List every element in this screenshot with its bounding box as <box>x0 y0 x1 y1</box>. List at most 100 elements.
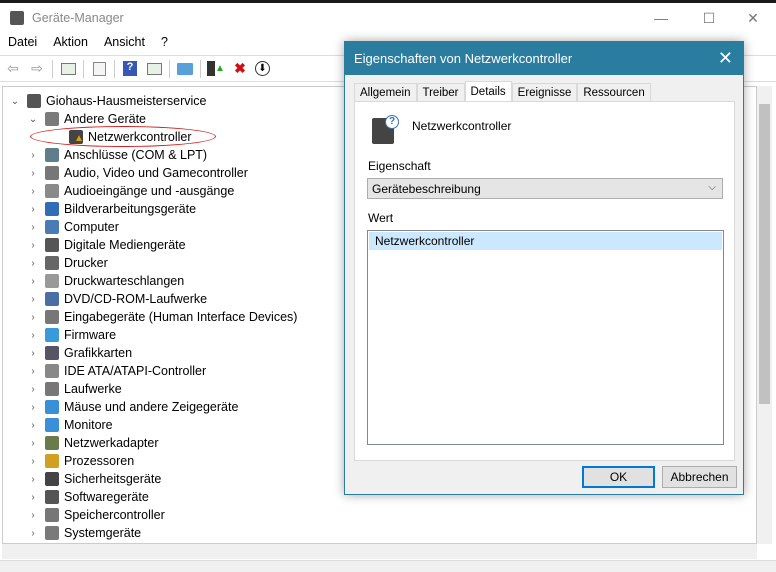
chevron-right-icon[interactable]: › <box>27 528 39 539</box>
chevron-right-icon[interactable]: › <box>27 150 39 161</box>
show-hide-console-tree-icon[interactable] <box>59 60 77 78</box>
chevron-right-icon[interactable]: › <box>27 492 39 503</box>
tree-item-category[interactable]: › Laufwerke <box>27 380 122 398</box>
chevron-right-icon[interactable]: › <box>27 366 39 377</box>
device-category-icon <box>45 220 59 234</box>
tree-item-label: Systemgeräte <box>64 526 142 540</box>
help-icon[interactable]: ? <box>121 60 139 78</box>
chevron-right-icon[interactable]: › <box>27 204 39 215</box>
tree-item-label: Softwaregeräte <box>64 490 149 504</box>
tree-item-label: Mäuse und andere Zeigegeräte <box>64 400 239 414</box>
device-category-icon <box>45 400 59 414</box>
chevron-right-icon[interactable]: › <box>27 330 39 341</box>
chevron-right-icon[interactable]: › <box>27 276 39 287</box>
chevron-right-icon[interactable]: › <box>27 474 39 485</box>
tree-item-category[interactable]: › Druckwarteschlangen <box>27 272 184 290</box>
tab-ereignisse[interactable]: Ereignisse <box>511 83 578 102</box>
device-category-icon <box>45 112 59 126</box>
minimize-button[interactable]: — <box>638 3 684 33</box>
uninstall-icon[interactable]: ✖ <box>231 60 249 78</box>
vertical-scrollbar[interactable] <box>757 86 772 544</box>
device-category-icon <box>45 184 59 198</box>
tree-item-category[interactable]: › Prozessoren <box>27 452 134 470</box>
computer-icon <box>27 94 41 108</box>
tree-item-category[interactable]: › IDE ATA/ATAPI-Controller <box>27 362 206 380</box>
chevron-right-icon[interactable]: › <box>27 348 39 359</box>
tree-item-label: Druckwarteschlangen <box>64 274 185 288</box>
chevron-right-icon[interactable]: › <box>27 456 39 467</box>
chevron-down-icon: ⌵ <box>708 182 716 193</box>
chevron-right-icon[interactable]: › <box>27 420 39 431</box>
tree-item-category[interactable]: › Computer <box>27 218 119 236</box>
tree-item-category[interactable]: › Sicherheitsgeräte <box>27 470 161 488</box>
properties-dialog: Eigenschaften von Netzwerkcontroller ✕ A… <box>344 41 744 495</box>
menu-aktion[interactable]: Aktion <box>45 35 96 53</box>
value-list-item[interactable]: Netzwerkcontroller <box>369 232 722 250</box>
tab-allgemein[interactable]: Allgemein <box>354 83 417 102</box>
properties-icon[interactable] <box>90 60 108 78</box>
close-button[interactable]: ✕ <box>730 3 776 33</box>
chevron-right-icon[interactable]: › <box>27 438 39 449</box>
menu-datei[interactable]: Datei <box>0 35 45 53</box>
value-list[interactable]: Netzwerkcontroller <box>367 230 724 445</box>
tree-item-category[interactable]: › Grafikkarten <box>27 344 132 362</box>
tab-ressourcen[interactable]: Ressourcen <box>577 83 651 102</box>
tree-item-category[interactable]: › Audio, Video und Gamecontroller <box>27 164 248 182</box>
property-select[interactable]: Gerätebeschreibung ⌵ <box>367 178 723 199</box>
scan-hardware-icon[interactable] <box>176 60 194 78</box>
chevron-right-icon[interactable]: › <box>27 258 39 269</box>
device-category-icon <box>45 526 59 540</box>
menu-ansicht[interactable]: Ansicht <box>96 35 153 53</box>
back-icon[interactable]: ⇦ <box>4 60 22 78</box>
device-category-icon <box>45 472 59 486</box>
chevron-right-icon[interactable]: › <box>27 294 39 305</box>
disable-device-icon[interactable]: ⬇ <box>255 61 270 76</box>
chevron-right-icon[interactable]: › <box>27 312 39 323</box>
menu-help[interactable]: ? <box>153 35 176 53</box>
tab-treiber[interactable]: Treiber <box>416 83 465 102</box>
tree-item-category[interactable]: › Netzwerkadapter <box>27 434 159 452</box>
chevron-right-icon[interactable]: › <box>27 240 39 251</box>
window-title: Geräte-Manager <box>32 11 124 25</box>
ok-button[interactable]: OK <box>582 466 655 488</box>
cancel-button[interactable]: Abbrechen <box>662 466 737 488</box>
tree-item-category[interactable]: › Systemgeräte <box>27 524 141 542</box>
tree-item-category[interactable]: › Firmware <box>27 326 116 344</box>
tree-item-category[interactable]: › Anschlüsse (COM & LPT) <box>27 146 207 164</box>
tree-item-category[interactable]: › Drucker <box>27 254 108 272</box>
forward-icon[interactable]: ⇨ <box>28 60 46 78</box>
tree-item-category[interactable]: › Bildverarbeitungsgeräte <box>27 200 196 218</box>
tree-item-category[interactable]: › Digitale Mediengeräte <box>27 236 186 254</box>
tree-item-category[interactable]: › Mäuse und andere Zeigegeräte <box>27 398 238 416</box>
device-category-icon <box>45 382 59 396</box>
tree-item-category[interactable]: › Softwaregeräte <box>27 488 149 506</box>
chevron-right-icon[interactable]: › <box>27 186 39 197</box>
chevron-right-icon[interactable]: › <box>27 384 39 395</box>
chevron-right-icon[interactable]: › <box>27 510 39 521</box>
tab-details[interactable]: Details <box>464 81 512 102</box>
tree-item-label: Drucker <box>64 256 108 270</box>
chevron-right-icon[interactable]: › <box>27 168 39 179</box>
tree-root[interactable]: ⌄ Giohaus-Hausmeisterservice <box>9 92 206 110</box>
tree-item-category[interactable]: › Monitore <box>27 416 113 434</box>
tree-item-label: Digitale Mediengeräte <box>64 238 186 252</box>
device-category-icon <box>45 256 59 270</box>
tree-item-category[interactable]: › Audioeingänge und -ausgänge <box>27 182 234 200</box>
tree-item-category[interactable]: › DVD/CD-ROM-Laufwerke <box>27 290 207 308</box>
value-label: Wert <box>368 211 394 225</box>
chevron-down-icon[interactable]: ⌄ <box>9 96 21 107</box>
tree-item-category[interactable]: › Eingabegeräte (Human Interface Devices) <box>27 308 297 326</box>
maximize-button[interactable]: ☐ <box>686 3 732 33</box>
device-category-icon <box>45 346 59 360</box>
update-driver-icon[interactable]: ▲ <box>207 60 225 78</box>
tree-item-category[interactable]: › Speichercontroller <box>27 506 165 524</box>
device-category-icon <box>45 454 59 468</box>
device-category-icon <box>45 436 59 450</box>
chevron-down-icon[interactable]: ⌄ <box>27 114 39 125</box>
scrollbar-thumb[interactable] <box>759 104 770 404</box>
horizontal-scrollbar[interactable] <box>2 544 757 559</box>
chevron-right-icon[interactable]: › <box>27 222 39 233</box>
chevron-right-icon[interactable]: › <box>27 402 39 413</box>
dialog-close-button[interactable]: ✕ <box>718 48 733 69</box>
action-pane-icon[interactable] <box>145 60 163 78</box>
